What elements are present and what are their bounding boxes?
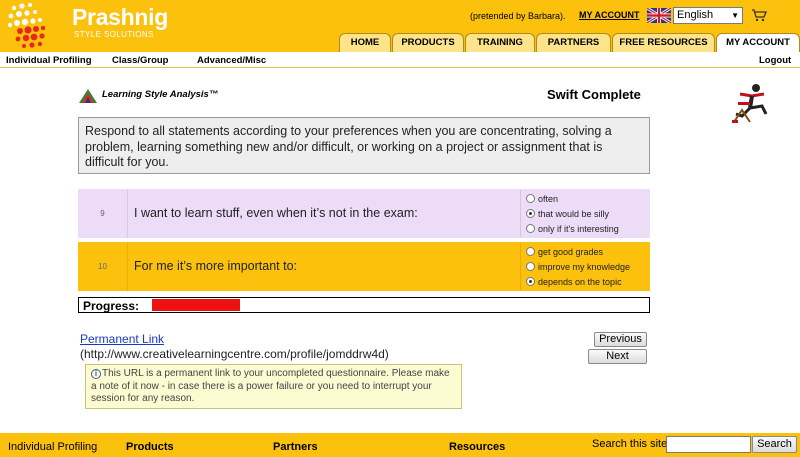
subnav-class-group[interactable]: Class/Group [112,55,169,66]
tab-my-account[interactable]: MY ACCOUNT [716,33,800,53]
footer-link-products[interactable]: Products [126,441,174,453]
question-options: get good grades improve my knowledge dep… [520,243,650,290]
radio-button-selected[interactable] [526,209,535,218]
radio-button[interactable] [526,224,535,233]
lsa-logo-icon [79,89,97,103]
hurdler-illustration-icon [732,84,768,123]
option-depends-on-topic[interactable]: depends on the topic [526,275,622,289]
footer-link-resources[interactable]: Resources [449,441,505,453]
subnav-individual-profiling[interactable]: Individual Profiling [6,55,92,66]
logout-link[interactable]: Logout [759,55,791,66]
question-text: For me it’s more important to: [134,259,298,273]
permanent-link-note: i This URL is a permanent link to your un… [85,364,462,409]
footer-link-partners[interactable]: Partners [273,441,318,453]
progress-label: Progress: [83,299,140,313]
question-options: often that would be silly only if it's i… [520,190,650,237]
radio-button[interactable] [526,194,535,203]
tab-home[interactable]: HOME [339,33,391,52]
tab-free-resources[interactable]: FREE RESOURCES [612,33,715,52]
permanent-link-url: (http://www.creativelearningcentre.com/p… [80,347,389,361]
option-that-would-be-silly[interactable]: that would be silly [526,207,609,221]
lsa-logo-text: Learning Style Analysis™ [102,89,219,100]
previous-button[interactable]: Previous [594,332,647,347]
shopping-cart-icon[interactable] [751,8,767,22]
question-row-9: 9 I want to learn stuff, even when it’s … [78,189,650,238]
question-number: 9 [78,189,128,238]
chevron-down-icon: ▼ [731,11,739,20]
uk-flag-icon [647,8,671,23]
tab-partners[interactable]: PARTNERS [536,33,611,52]
search-input[interactable] [666,436,751,453]
next-button[interactable]: Next [588,349,647,364]
tab-products[interactable]: PRODUCTS [392,33,464,52]
search-button[interactable]: Search [752,436,797,453]
prashnig-logo-icon[interactable] [6,2,70,50]
question-number: 10 [78,242,128,291]
pretended-by-text: (pretended by Barbara). [470,11,566,21]
radio-button[interactable] [526,262,535,271]
info-icon: i [91,369,101,379]
search-label: Search this site: [592,438,671,450]
brand-subtitle: STYLE SOLUTIONS [74,30,154,39]
question-text: I want to learn stuff, even when it’s no… [134,206,418,220]
page-title: Swift Complete [547,87,641,102]
tab-training[interactable]: TRAINING [465,33,535,52]
progress-bar: Progress: [78,297,650,313]
subnav-advanced-misc[interactable]: Advanced/Misc [197,55,266,66]
question-row-10: 10 For me it’s more important to: get go… [78,242,650,291]
permanent-link[interactable]: Permanent Link [80,332,164,346]
site-header: Prashnig STYLE SOLUTIONS (pretended by B… [0,0,800,53]
option-often[interactable]: often [526,192,558,206]
my-account-link[interactable]: MY ACCOUNT [579,10,640,20]
option-get-good-grades[interactable]: get good grades [526,245,603,259]
option-only-if-interesting[interactable]: only if it's interesting [526,222,619,236]
progress-track [152,299,642,311]
radio-button[interactable] [526,247,535,256]
brand-name[interactable]: Prashnig [72,4,168,31]
language-select[interactable]: English ▼ [673,7,743,24]
note-text: This URL is a permanent link to your unc… [91,368,450,404]
option-improve-knowledge[interactable]: improve my knowledge [526,260,630,274]
sub-navigation: Individual Profiling Class/Group Advance… [0,52,800,68]
language-select-value: English [677,9,714,21]
instructions-box: Respond to all statements according to y… [78,117,650,174]
footer-link-individual-profiling[interactable]: Individual Profiling [8,441,97,453]
radio-button-selected[interactable] [526,277,535,286]
site-footer: Individual Profiling Products Partners R… [0,433,800,457]
progress-fill [152,299,241,311]
